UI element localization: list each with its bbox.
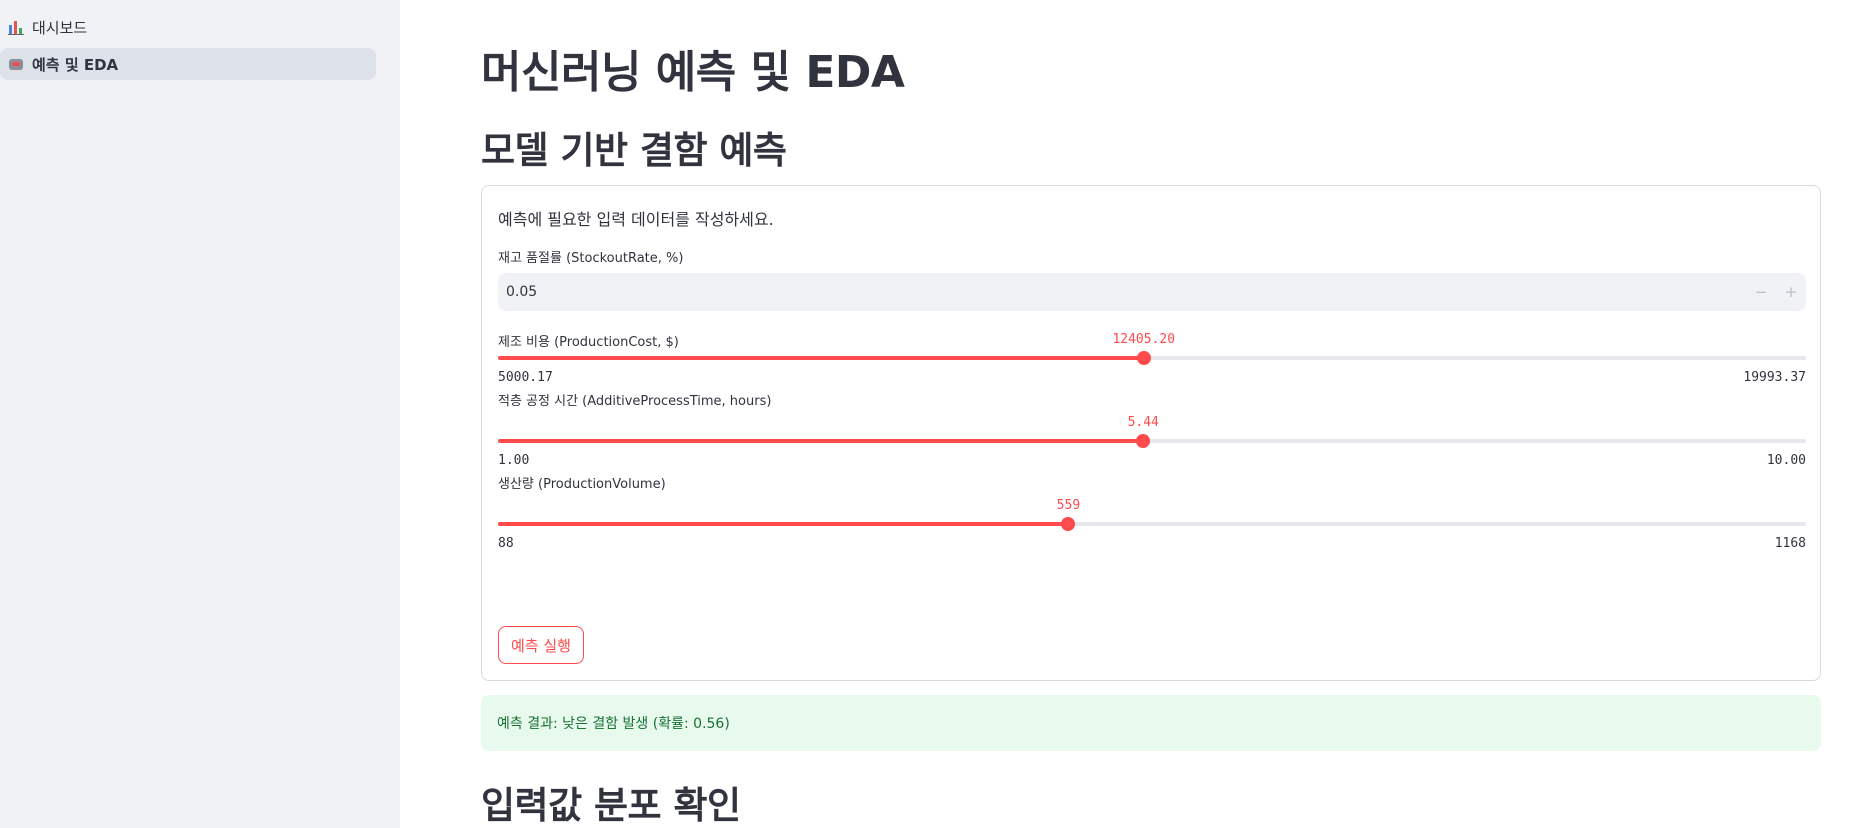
slider-fill [498, 522, 1069, 526]
slider-min-label: 88 [498, 536, 514, 551]
sidebar: 대시보드 예측 및 EDA [0, 0, 400, 828]
slider-current-value: 12405.20 [1112, 332, 1176, 347]
slider-current-value: 559 [1056, 498, 1081, 513]
bar-chart-icon [8, 19, 24, 35]
production-volume-label: 생산량 (ProductionVolume) [498, 477, 666, 492]
slider-min-label: 1.00 [498, 453, 530, 468]
page-title: 머신러닝 예측 및 EDA [481, 47, 905, 98]
slider-max-label: 19993.37 [1743, 370, 1806, 385]
sidebar-item-label: 대시보드 [32, 18, 88, 37]
slider-thumb[interactable] [1136, 434, 1151, 448]
stockout-rate-value[interactable]: 0.05 [498, 284, 1746, 300]
sidebar-item-label: 예측 및 EDA [32, 55, 119, 74]
slider-max-label: 10.00 [1766, 453, 1806, 468]
prediction-result-text: 예측 결과: 낮은 결함 발생 (확률: 0.56) [497, 716, 730, 732]
decrement-button[interactable]: − [1746, 283, 1776, 301]
sidebar-item-prediction-eda[interactable]: 예측 및 EDA [0, 48, 376, 80]
stockout-rate-input[interactable]: 0.05 − + [498, 273, 1806, 311]
additive-process-time-slider[interactable]: 5.44 1.00 10.00 [498, 415, 1806, 468]
production-cost-slider[interactable]: 12405.20 5000.17 19993.37 [498, 332, 1806, 385]
prediction-result-alert: 예측 결과: 낮은 결함 발생 (확률: 0.56) [481, 695, 1821, 751]
app: 대시보드 예측 및 EDA 머신러닝 예측 및 EDA 모델 기반 결함 예측 … [0, 0, 1863, 828]
robot-icon [8, 56, 24, 72]
run-prediction-button[interactable]: 예측 실행 [498, 626, 584, 664]
slider-thumb[interactable] [1136, 351, 1151, 365]
increment-button[interactable]: + [1776, 283, 1806, 301]
section-title-input-distribution: 입력값 분포 확인 [481, 784, 741, 827]
main-content: 머신러닝 예측 및 EDA 모델 기반 결함 예측 예측에 필요한 입력 데이터… [400, 0, 1863, 828]
additive-process-time-label: 적층 공정 시간 (AdditiveProcessTime, hours) [498, 394, 772, 409]
slider-fill [498, 356, 1144, 360]
section-title-defect-prediction: 모델 기반 결함 예측 [481, 129, 787, 172]
form-instruction: 예측에 필요한 입력 데이터를 작성하세요. [498, 210, 774, 229]
prediction-form: 예측에 필요한 입력 데이터를 작성하세요. 재고 품절률 (StockoutR… [481, 185, 1821, 681]
slider-min-label: 5000.17 [498, 370, 553, 385]
slider-fill [498, 439, 1144, 443]
stockout-rate-label: 재고 품절률 (StockoutRate, %) [498, 251, 684, 266]
slider-thumb[interactable] [1061, 517, 1076, 531]
sidebar-item-dashboard[interactable]: 대시보드 [0, 11, 376, 43]
slider-current-value: 5.44 [1127, 415, 1159, 430]
production-volume-slider[interactable]: 559 88 1168 [498, 498, 1806, 551]
slider-max-label: 1168 [1774, 536, 1806, 551]
